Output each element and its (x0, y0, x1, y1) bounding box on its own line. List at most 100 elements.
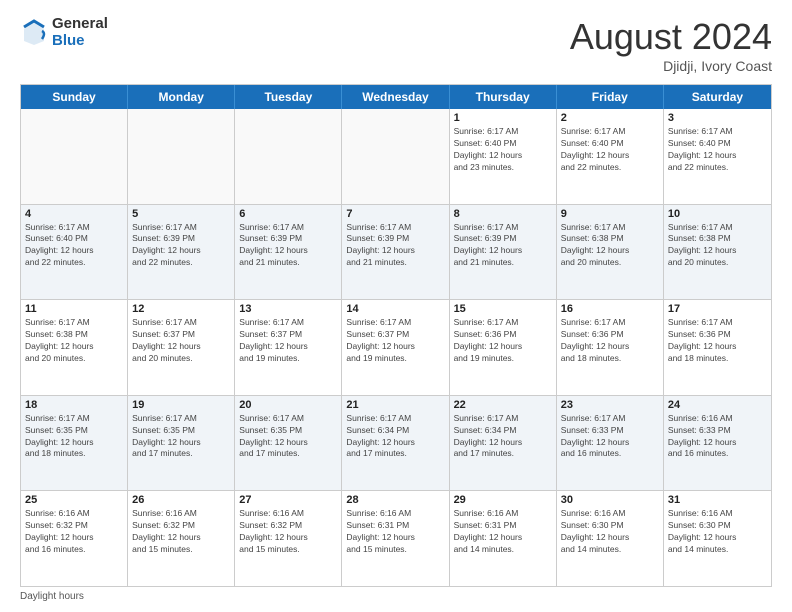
day-number-18: 18 (25, 399, 123, 411)
day-info-17: Sunrise: 6:17 AMSunset: 6:36 PMDaylight:… (668, 317, 767, 365)
day-cell-15: 15Sunrise: 6:17 AMSunset: 6:36 PMDayligh… (450, 300, 557, 395)
footer-note: Daylight hours (20, 591, 772, 602)
day-number-14: 14 (346, 303, 444, 315)
day-number-17: 17 (668, 303, 767, 315)
location: Djidji, Ivory Coast (570, 58, 772, 74)
calendar: SundayMondayTuesdayWednesdayThursdayFrid… (20, 84, 772, 587)
day-info-4: Sunrise: 6:17 AMSunset: 6:40 PMDaylight:… (25, 222, 123, 270)
day-cell-21: 21 Sunrise: 6:17 AMSunset: 6:34 PMDayligh… (342, 396, 449, 491)
day-info-5: Sunrise: 6:17 AMSunset: 6:39 PMDaylight:… (132, 222, 230, 270)
day-info-26: Sunrise: 6:16 AMSunset: 6:32 PMDaylight:… (132, 508, 230, 556)
day-info-16: Sunrise: 6:17 AMSunset: 6:36 PMDaylight:… (561, 317, 659, 365)
day-cell-23: 23Sunrise: 6:17 AMSunset: 6:33 PMDayligh… (557, 396, 664, 491)
day-cell-17: 17 Sunrise: 6:17 AMSunset: 6:36 PMDayligh… (664, 300, 771, 395)
day-cell-31: 31Sunrise: 6:16 AMSunset: 6:30 PMDayligh… (664, 491, 771, 586)
day-cell-7: 7 Sunrise: 6:17 AMSunset: 6:39 PMDaylight… (342, 205, 449, 300)
day-number-21: 21 (346, 399, 444, 411)
day-cell-11: 11Sunrise: 6:17 AMSunset: 6:38 PMDayligh… (21, 300, 128, 395)
day-number-13: 13 (239, 303, 337, 315)
day-cell-9: 9 Sunrise: 6:17 AMSunset: 6:38 PMDaylight… (557, 205, 664, 300)
day-info-10: Sunrise: 6:17 AMSunset: 6:38 PMDaylight:… (668, 222, 767, 270)
day-info-27: Sunrise: 6:16 AMSunset: 6:32 PMDaylight:… (239, 508, 337, 556)
day-info-18: Sunrise: 6:17 AMSunset: 6:35 PMDaylight:… (25, 413, 123, 461)
day-number-27: 27 (239, 494, 337, 506)
title-block: August 2024 Djidji, Ivory Coast (570, 16, 772, 74)
day-cell-16: 16 Sunrise: 6:17 AMSunset: 6:36 PMDayligh… (557, 300, 664, 395)
empty-cell (21, 109, 128, 204)
day-info-3: Sunrise: 6:17 AMSunset: 6:40 PMDaylight:… (668, 126, 767, 174)
day-number-7: 7 (346, 208, 444, 220)
weekday-header-friday: Friday (557, 85, 664, 109)
calendar-row-2: 11Sunrise: 6:17 AMSunset: 6:38 PMDayligh… (21, 300, 771, 396)
day-info-13: Sunrise: 6:17 AMSunset: 6:37 PMDaylight:… (239, 317, 337, 365)
day-number-9: 9 (561, 208, 659, 220)
day-number-4: 4 (25, 208, 123, 220)
day-number-15: 15 (454, 303, 552, 315)
day-cell-3: 3Sunrise: 6:17 AMSunset: 6:40 PMDaylight… (664, 109, 771, 204)
day-number-10: 10 (668, 208, 767, 220)
day-cell-8: 8Sunrise: 6:17 AMSunset: 6:39 PMDaylight… (450, 205, 557, 300)
calendar-body: 1 Sunrise: 6:17 AMSunset: 6:40 PMDaylight… (21, 109, 771, 586)
calendar-row-1: 4 Sunrise: 6:17 AMSunset: 6:40 PMDaylight… (21, 205, 771, 301)
day-info-9: Sunrise: 6:17 AMSunset: 6:38 PMDaylight:… (561, 222, 659, 270)
calendar-row-0: 1 Sunrise: 6:17 AMSunset: 6:40 PMDaylight… (21, 109, 771, 205)
day-info-31: Sunrise: 6:16 AMSunset: 6:30 PMDaylight:… (668, 508, 767, 556)
day-number-22: 22 (454, 399, 552, 411)
weekday-header-monday: Monday (128, 85, 235, 109)
day-cell-24: 24Sunrise: 6:16 AMSunset: 6:33 PMDayligh… (664, 396, 771, 491)
day-info-7: Sunrise: 6:17 AMSunset: 6:39 PMDaylight:… (346, 222, 444, 270)
day-info-6: Sunrise: 6:17 AMSunset: 6:39 PMDaylight:… (239, 222, 337, 270)
day-info-12: Sunrise: 6:17 AMSunset: 6:37 PMDaylight:… (132, 317, 230, 365)
day-info-21: Sunrise: 6:17 AMSunset: 6:34 PMDaylight:… (346, 413, 444, 461)
day-cell-13: 13 Sunrise: 6:17 AMSunset: 6:37 PMDayligh… (235, 300, 342, 395)
day-cell-2: 2Sunrise: 6:17 AMSunset: 6:40 PMDaylight… (557, 109, 664, 204)
day-number-20: 20 (239, 399, 337, 411)
day-cell-6: 6 Sunrise: 6:17 AMSunset: 6:39 PMDaylight… (235, 205, 342, 300)
empty-cell (342, 109, 449, 204)
logo-general-text: General (52, 16, 108, 33)
day-number-26: 26 (132, 494, 230, 506)
day-cell-4: 4 Sunrise: 6:17 AMSunset: 6:40 PMDaylight… (21, 205, 128, 300)
day-info-25: Sunrise: 6:16 AMSunset: 6:32 PMDaylight:… (25, 508, 123, 556)
day-number-25: 25 (25, 494, 123, 506)
empty-cell (235, 109, 342, 204)
day-info-20: Sunrise: 6:17 AMSunset: 6:35 PMDaylight:… (239, 413, 337, 461)
day-cell-18: 18 Sunrise: 6:17 AMSunset: 6:35 PMDayligh… (21, 396, 128, 491)
day-info-24: Sunrise: 6:16 AMSunset: 6:33 PMDaylight:… (668, 413, 767, 461)
day-number-5: 5 (132, 208, 230, 220)
day-number-30: 30 (561, 494, 659, 506)
day-number-2: 2 (561, 112, 659, 124)
day-cell-25: 25 Sunrise: 6:16 AMSunset: 6:32 PMDayligh… (21, 491, 128, 586)
day-info-30: Sunrise: 6:16 AMSunset: 6:30 PMDaylight:… (561, 508, 659, 556)
day-number-12: 12 (132, 303, 230, 315)
day-cell-20: 20 Sunrise: 6:17 AMSunset: 6:35 PMDayligh… (235, 396, 342, 491)
calendar-header: SundayMondayTuesdayWednesdayThursdayFrid… (21, 85, 771, 109)
day-number-6: 6 (239, 208, 337, 220)
day-info-28: Sunrise: 6:16 AMSunset: 6:31 PMDaylight:… (346, 508, 444, 556)
day-cell-14: 14 Sunrise: 6:17 AMSunset: 6:37 PMDayligh… (342, 300, 449, 395)
day-info-14: Sunrise: 6:17 AMSunset: 6:37 PMDaylight:… (346, 317, 444, 365)
day-cell-12: 12 Sunrise: 6:17 AMSunset: 6:37 PMDayligh… (128, 300, 235, 395)
day-cell-30: 30 Sunrise: 6:16 AMSunset: 6:30 PMDayligh… (557, 491, 664, 586)
calendar-row-3: 18 Sunrise: 6:17 AMSunset: 6:35 PMDayligh… (21, 396, 771, 492)
weekday-header-sunday: Sunday (21, 85, 128, 109)
day-cell-19: 19Sunrise: 6:17 AMSunset: 6:35 PMDayligh… (128, 396, 235, 491)
day-cell-22: 22 Sunrise: 6:17 AMSunset: 6:34 PMDayligh… (450, 396, 557, 491)
generalblue-icon (20, 19, 48, 47)
page: General Blue August 2024 Djidji, Ivory C… (0, 0, 792, 612)
day-cell-5: 5 Sunrise: 6:17 AMSunset: 6:39 PMDaylight… (128, 205, 235, 300)
day-number-16: 16 (561, 303, 659, 315)
weekday-header-thursday: Thursday (450, 85, 557, 109)
weekday-header-wednesday: Wednesday (342, 85, 449, 109)
day-cell-1: 1Sunrise: 6:17 AMSunset: 6:40 PMDaylight… (450, 109, 557, 204)
day-number-28: 28 (346, 494, 444, 506)
day-cell-10: 10 Sunrise: 6:17 AMSunset: 6:38 PMDayligh… (664, 205, 771, 300)
day-info-22: Sunrise: 6:17 AMSunset: 6:34 PMDaylight:… (454, 413, 552, 461)
day-number-11: 11 (25, 303, 123, 315)
day-number-19: 19 (132, 399, 230, 411)
day-cell-28: 28 Sunrise: 6:16 AMSunset: 6:31 PMDayligh… (342, 491, 449, 586)
day-cell-26: 26 Sunrise: 6:16 AMSunset: 6:32 PMDayligh… (128, 491, 235, 586)
day-number-1: 1 (454, 112, 552, 124)
weekday-header-tuesday: Tuesday (235, 85, 342, 109)
calendar-row-4: 25 Sunrise: 6:16 AMSunset: 6:32 PMDayligh… (21, 491, 771, 586)
